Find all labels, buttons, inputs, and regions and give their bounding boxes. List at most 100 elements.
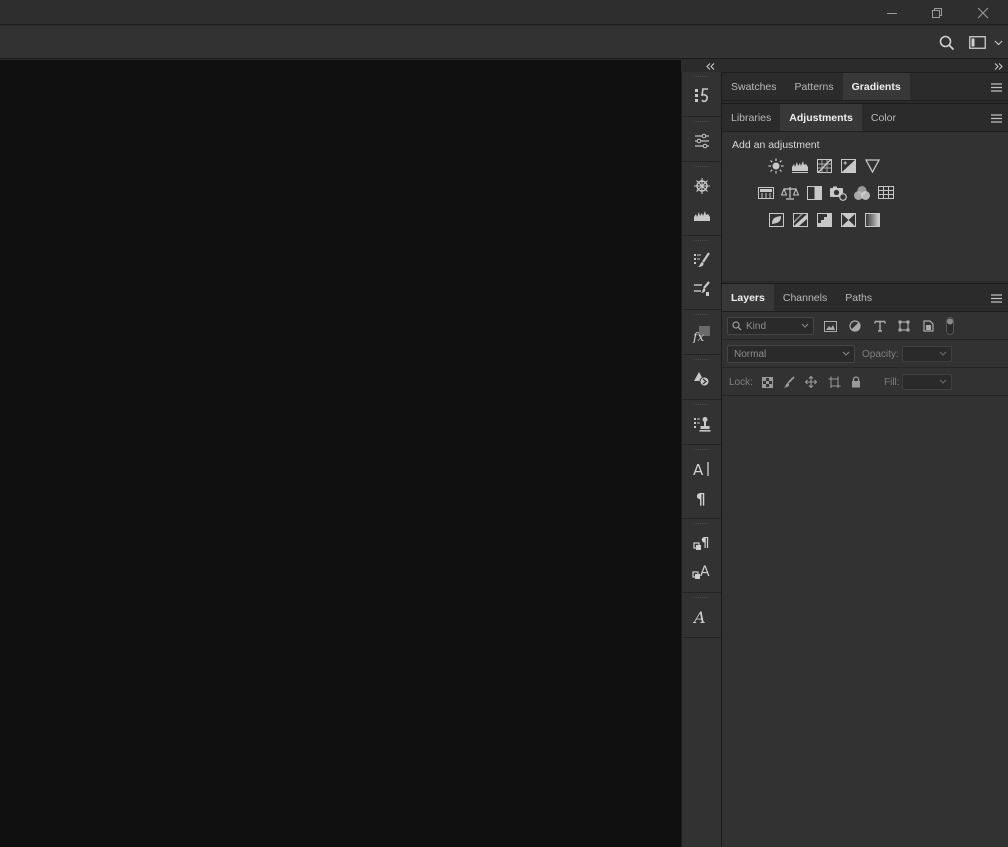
paragraph-styles-button[interactable]: ¶ bbox=[682, 528, 721, 557]
workspace-dropdown[interactable] bbox=[991, 26, 1005, 59]
search-icon bbox=[939, 35, 955, 50]
tab-color[interactable]: Color bbox=[862, 104, 905, 131]
filter-toggle-button[interactable] bbox=[940, 312, 960, 340]
character-button[interactable]: A bbox=[682, 454, 721, 483]
tab-channels[interactable]: Channels bbox=[774, 284, 836, 311]
restore-button[interactable] bbox=[914, 0, 960, 25]
clone-source-icon bbox=[693, 416, 710, 432]
icon-group-clone bbox=[682, 400, 721, 445]
color-balance-icon bbox=[781, 186, 799, 200]
styles-button[interactable]: fx bbox=[682, 319, 721, 348]
workspace-button[interactable] bbox=[966, 26, 988, 59]
gradient-map-button[interactable] bbox=[860, 208, 884, 232]
opacity-field[interactable] bbox=[902, 346, 952, 362]
blend-mode-select[interactable]: Normal bbox=[727, 345, 855, 363]
lock-position-button[interactable] bbox=[802, 368, 820, 396]
gradients-panel-menu[interactable] bbox=[991, 73, 1002, 101]
icon-group-navigator bbox=[682, 162, 721, 236]
svg-text:¶: ¶ bbox=[701, 536, 709, 551]
adjustments-panel-menu[interactable] bbox=[991, 104, 1002, 132]
brightness-contrast-button[interactable] bbox=[764, 154, 788, 178]
levels-icon bbox=[792, 160, 808, 173]
collapse-right-icon bbox=[994, 62, 1003, 70]
icon-column-collapse[interactable] bbox=[681, 60, 722, 72]
clone-source-button[interactable] bbox=[682, 409, 721, 438]
tab-swatches[interactable]: Swatches bbox=[722, 73, 786, 100]
glyphs-button[interactable]: A bbox=[682, 602, 721, 631]
brush-settings-button[interactable] bbox=[682, 245, 721, 274]
layers-panel-menu[interactable] bbox=[991, 284, 1002, 312]
brush-settings-icon bbox=[693, 251, 710, 267]
panels-collapse[interactable] bbox=[722, 60, 1008, 72]
character-styles-button[interactable]: A bbox=[682, 557, 721, 586]
layers-list[interactable] bbox=[722, 397, 1008, 847]
fill-field[interactable] bbox=[902, 374, 952, 390]
histogram-button[interactable] bbox=[682, 200, 721, 229]
collapse-left-icon bbox=[706, 62, 715, 70]
tab-gradients[interactable]: Gradients bbox=[842, 73, 910, 100]
search-button[interactable] bbox=[936, 26, 958, 59]
fill-label: Fill: bbox=[884, 376, 900, 388]
lock-artboard-button[interactable] bbox=[825, 368, 843, 396]
properties-button[interactable] bbox=[682, 126, 721, 155]
tab-libraries[interactable]: Libraries bbox=[722, 104, 780, 131]
tab-paths[interactable]: Paths bbox=[836, 284, 881, 311]
hamburger-icon bbox=[991, 113, 1002, 123]
vibrance-button[interactable] bbox=[860, 154, 884, 178]
adjustment-filter-button[interactable] bbox=[845, 312, 865, 340]
photo-filter-button[interactable] bbox=[826, 181, 850, 205]
search-icon bbox=[732, 321, 742, 331]
smart-object-filter-button[interactable] bbox=[918, 312, 938, 340]
lock-position-icon bbox=[805, 376, 817, 388]
lock-all-button[interactable] bbox=[847, 368, 865, 396]
layers-panel: Layers Channels Paths Kind Normal Opacit… bbox=[722, 283, 1008, 847]
channel-mixer-button[interactable] bbox=[850, 181, 874, 205]
document-canvas[interactable] bbox=[0, 60, 681, 847]
svg-text:fx: fx bbox=[692, 330, 704, 343]
threshold-button[interactable] bbox=[812, 208, 836, 232]
pixel-filter-button[interactable] bbox=[820, 312, 840, 340]
lock-label: Lock: bbox=[729, 376, 753, 388]
tab-patterns[interactable]: Patterns bbox=[786, 73, 843, 100]
hue-saturation-button[interactable] bbox=[754, 181, 778, 205]
exposure-button[interactable] bbox=[836, 154, 860, 178]
opacity-label: Opacity: bbox=[862, 348, 899, 360]
title-bar bbox=[0, 0, 1008, 25]
tab-adjustments[interactable]: Adjustments bbox=[780, 104, 862, 131]
lock-transparent-button[interactable] bbox=[758, 368, 776, 396]
posterize-icon bbox=[792, 212, 808, 227]
selective-color-button[interactable] bbox=[836, 208, 860, 232]
photo-filter-icon bbox=[830, 186, 847, 201]
color-lookup-button[interactable] bbox=[874, 181, 898, 205]
paragraph-styles-icon: ¶ bbox=[692, 536, 709, 551]
paragraph-button[interactable]: ¶ bbox=[682, 483, 721, 512]
curves-button[interactable] bbox=[812, 154, 836, 178]
minimize-button[interactable] bbox=[869, 0, 915, 25]
blend-mode-value: Normal bbox=[734, 348, 767, 360]
kind-filter-select[interactable]: Kind bbox=[727, 317, 814, 335]
posterize-button[interactable] bbox=[788, 208, 812, 232]
shape-filter-icon bbox=[898, 320, 910, 332]
levels-button[interactable] bbox=[788, 154, 812, 178]
type-filter-button[interactable] bbox=[870, 312, 890, 340]
icon-group-styles: fx bbox=[682, 310, 721, 355]
shape-filter-button[interactable] bbox=[894, 312, 914, 340]
adjustments-panel-tabs: Libraries Adjustments Color bbox=[722, 104, 1008, 132]
color-balance-button[interactable] bbox=[778, 181, 802, 205]
lock-image-button[interactable] bbox=[780, 368, 798, 396]
brushes-button[interactable] bbox=[682, 274, 721, 303]
lock-artboard-icon bbox=[828, 376, 840, 388]
tab-layers[interactable]: Layers bbox=[722, 284, 774, 311]
adjustment-filter-icon bbox=[849, 320, 861, 332]
history-button[interactable] bbox=[682, 81, 721, 110]
navigator-button[interactable] bbox=[682, 171, 721, 200]
invert-button[interactable] bbox=[764, 208, 788, 232]
black-white-button[interactable] bbox=[802, 181, 826, 205]
paragraph-icon: ¶ bbox=[696, 490, 706, 507]
close-button[interactable] bbox=[960, 0, 1006, 25]
hamburger-icon bbox=[991, 293, 1002, 303]
adjustments-row-3 bbox=[722, 206, 1008, 233]
restore-icon bbox=[932, 7, 942, 18]
shapes-button[interactable] bbox=[682, 364, 721, 393]
properties-icon bbox=[694, 133, 709, 148]
